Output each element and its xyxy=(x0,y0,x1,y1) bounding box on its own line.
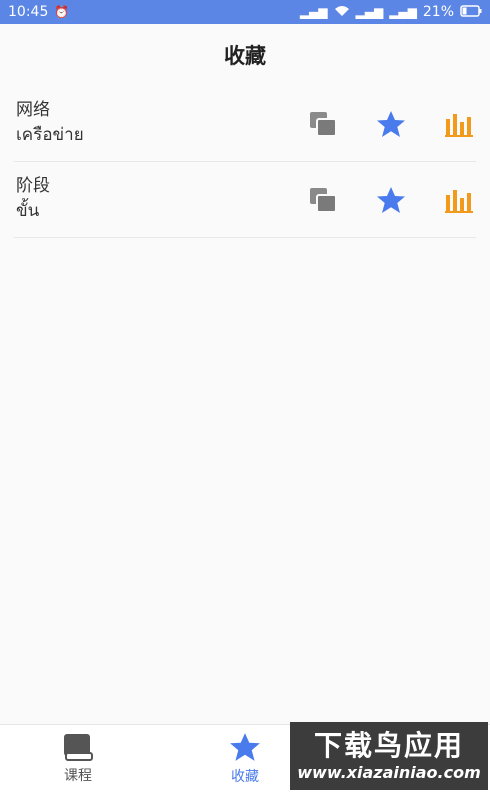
favorites-list: 网络 เครือข่าย 阶段 ขั้น xyxy=(0,86,490,238)
tab-favorites[interactable]: 收藏 xyxy=(190,725,300,792)
word-thai: เครือข่าย xyxy=(16,125,84,145)
alarm-icon: ⏰ xyxy=(54,5,70,19)
page-header: 收藏 xyxy=(0,24,490,86)
battery-level: 21% xyxy=(422,4,454,20)
bar-chart-icon xyxy=(445,114,473,137)
star-icon xyxy=(377,187,405,213)
status-time: 10:45 xyxy=(8,4,49,20)
page-title: 收藏 xyxy=(224,44,266,68)
stats-button[interactable] xyxy=(444,109,474,139)
copy-icon xyxy=(310,112,337,137)
star-icon xyxy=(377,111,405,137)
copy-button[interactable] xyxy=(308,109,338,139)
signal-icon: ▂▄▆ xyxy=(389,5,417,19)
tab-favorites-label: 收藏 xyxy=(231,769,259,785)
watermark-url: www.xiazainiao.com xyxy=(297,763,481,782)
star-icon xyxy=(230,733,260,761)
signal-icon: ▂▄▆ xyxy=(355,5,384,19)
list-item[interactable]: 网络 เครือข่าย xyxy=(14,86,476,162)
book-icon xyxy=(64,734,93,761)
watermark-logo: 下载鸟应用 www.xiazainiao.com xyxy=(290,722,488,790)
word-thai: ขั้น xyxy=(16,201,40,221)
status-bar: 10:45 ⏰ ▂▄▆ ▂▄▆ ▂▄▆ 21% xyxy=(0,0,490,24)
bar-chart-icon xyxy=(445,190,473,213)
favorite-button[interactable] xyxy=(376,109,406,139)
watermark-title: 下载鸟应用 xyxy=(313,729,464,762)
copy-icon xyxy=(310,188,337,213)
copy-button[interactable] xyxy=(308,185,338,215)
stats-button[interactable] xyxy=(444,185,474,215)
wifi-icon xyxy=(334,5,350,19)
battery-icon xyxy=(460,5,482,19)
favorite-button[interactable] xyxy=(376,185,406,215)
list-item[interactable]: 阶段 ขั้น xyxy=(14,162,476,238)
word-chinese: 网络 xyxy=(16,100,50,120)
tab-courses-label: 课程 xyxy=(64,768,92,784)
signal-icon: ▂▄▆ xyxy=(299,5,328,19)
word-chinese: 阶段 xyxy=(16,176,50,196)
tab-courses[interactable]: 课程 xyxy=(23,725,133,792)
